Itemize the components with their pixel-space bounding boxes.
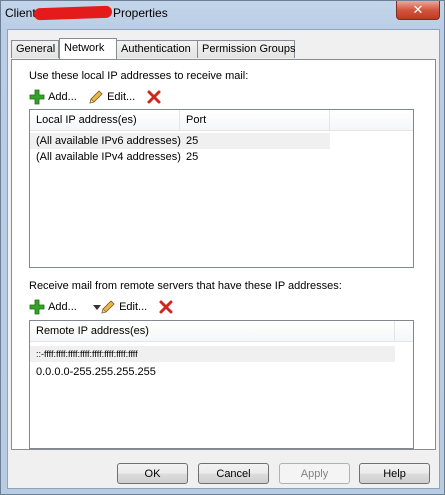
- column-header-port[interactable]: Port: [180, 110, 330, 130]
- remote-edit-button[interactable]: Edit...: [100, 298, 147, 316]
- apply-button[interactable]: Apply: [279, 463, 350, 484]
- local-add-button[interactable]: Add...: [29, 88, 77, 106]
- remote-ip-range: ::-ffff:ffff:ffff:ffff:ffff:ffff:ffff:ff…: [36, 349, 138, 359]
- tab-permission-groups[interactable]: Permission Groups: [197, 40, 296, 58]
- window-title-prefix: Client: [5, 6, 36, 20]
- green-plus-icon: [29, 89, 45, 105]
- tab-authentication[interactable]: Authentication: [116, 40, 198, 58]
- remote-ip-section-label: Receive mail from remote servers that ha…: [29, 280, 342, 292]
- tab-network[interactable]: Network: [59, 38, 117, 59]
- local-ip-port: 25: [186, 151, 199, 163]
- remote-add-label: Add...: [48, 301, 77, 314]
- local-ip-address: (All available IPv6 addresses): [36, 135, 181, 147]
- tab-general[interactable]: General: [11, 40, 59, 58]
- local-add-label: Add...: [48, 91, 77, 104]
- remote-ip-list[interactable]: Remote IP address(es) ::-ffff:ffff:ffff:…: [29, 320, 414, 449]
- cancel-button[interactable]: Cancel: [198, 463, 269, 484]
- network-tab-panel: Use these local IP addresses to receive …: [11, 59, 436, 450]
- remote-edit-label: Edit...: [119, 301, 148, 314]
- list-item[interactable]: 0.0.0.0-255.255.255.255: [30, 364, 395, 380]
- local-edit-button[interactable]: Edit...: [88, 88, 135, 106]
- remote-add-button[interactable]: Add...: [29, 298, 77, 316]
- window-title-suffix: Properties: [113, 6, 168, 20]
- local-edit-label: Edit...: [107, 91, 136, 104]
- remote-list-header: Remote IP address(es): [30, 321, 413, 342]
- ok-button[interactable]: OK: [117, 463, 188, 484]
- close-button[interactable]: ✕: [396, 1, 440, 20]
- local-ip-port: 25: [186, 135, 199, 147]
- red-x-icon: [159, 300, 173, 314]
- column-header-local-ip[interactable]: Local IP address(es): [30, 110, 180, 130]
- green-plus-icon: [29, 299, 45, 315]
- help-button[interactable]: Help: [359, 463, 430, 484]
- local-list-header: Local IP address(es) Port: [30, 110, 413, 131]
- list-item[interactable]: (All available IPv4 addresses) 25: [30, 149, 330, 165]
- local-remove-button[interactable]: [146, 88, 162, 106]
- remote-remove-button[interactable]: [158, 298, 174, 316]
- pencil-icon: [101, 300, 115, 314]
- list-item[interactable]: ::-ffff:ffff:ffff:ffff:ffff:ffff:ffff:ff…: [30, 346, 395, 362]
- properties-dialog: Client Properties ✕ General Network Auth…: [0, 0, 445, 495]
- list-item[interactable]: (All available IPv6 addresses) 25: [30, 133, 330, 149]
- remote-ip-range: 0.0.0.0-255.255.255.255: [36, 366, 156, 378]
- local-ip-list[interactable]: Local IP address(es) Port (All available…: [29, 109, 414, 268]
- title-bar[interactable]: Client Properties ✕: [1, 1, 444, 27]
- close-icon: ✕: [412, 2, 424, 17]
- column-header-remote-ip[interactable]: Remote IP address(es): [30, 321, 395, 341]
- dialog-body: General Network Authentication Permissio…: [7, 29, 440, 489]
- red-x-icon: [147, 90, 161, 104]
- local-ip-section-label: Use these local IP addresses to receive …: [29, 70, 249, 82]
- pencil-icon: [89, 90, 103, 104]
- local-ip-address: (All available IPv4 addresses): [36, 151, 181, 163]
- title-redaction-mark: [33, 5, 113, 21]
